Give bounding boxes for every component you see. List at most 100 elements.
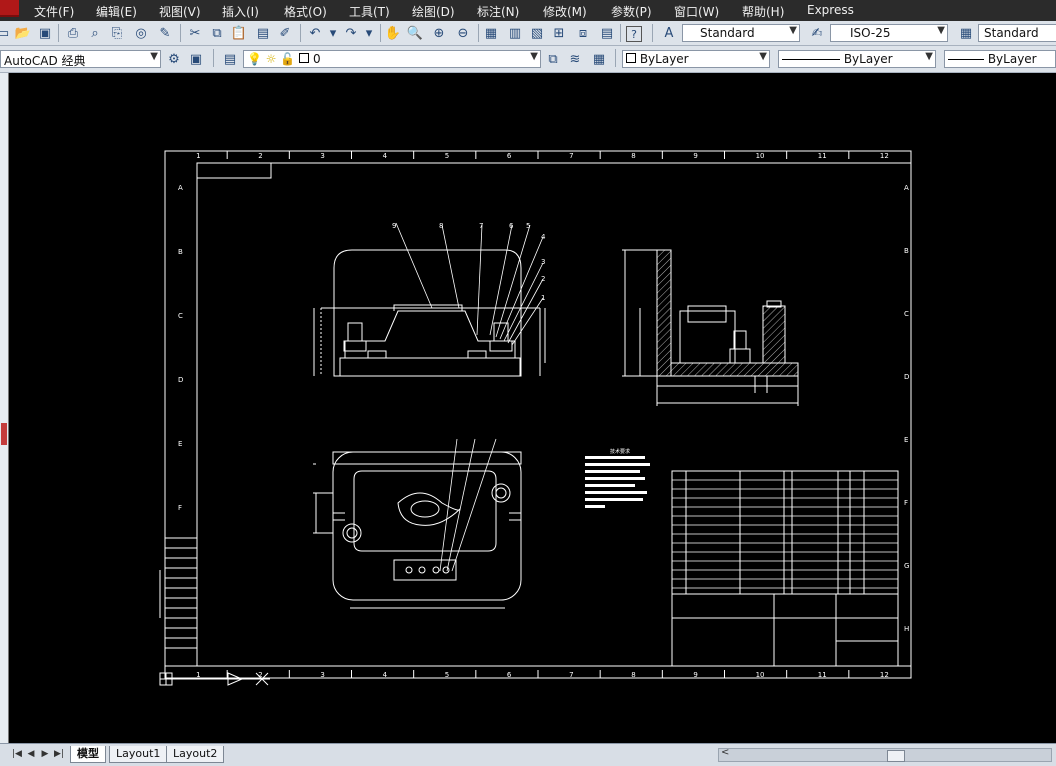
tech-notes: 技术要求 [585, 448, 650, 508]
undo-dropdown-icon[interactable]: ▾ [324, 24, 342, 42]
make-current-layer-icon[interactable]: ⧉ [544, 50, 562, 68]
layer-previous-icon[interactable]: ≋ [566, 50, 584, 68]
zone-row-label: F [178, 504, 182, 512]
block-editor-icon[interactable]: ✐ [276, 24, 294, 42]
zone-column-label: 4 [383, 671, 388, 679]
menu-tools[interactable]: 工具(T) [349, 3, 390, 20]
tab-model[interactable]: 模型 [70, 746, 106, 763]
svg-text:技术要求: 技术要求 [610, 448, 630, 455]
menu-file[interactable]: 文件(F) [34, 3, 74, 20]
workspace-toggle-icon[interactable]: ▣ [187, 50, 205, 68]
scroll-left-icon[interactable]: < [721, 747, 729, 758]
tool-palettes-icon[interactable]: ▧ [528, 24, 546, 42]
dim-style-select[interactable]: ISO-25 ▼ [830, 24, 948, 42]
menu-dimension[interactable]: 标注(N) [477, 3, 519, 20]
layout-tabs-bar: |◀ ◀ ▶ ▶| 模型 Layout1 Layout2 < [0, 743, 1056, 766]
menu-format[interactable]: 格式(O) [284, 3, 327, 20]
menu-bar: 文件(F) 编辑(E) 视图(V) 插入(I) 格式(O) 工具(T) 绘图(D… [0, 0, 1056, 21]
top-view [313, 451, 522, 609]
help-icon[interactable]: ? [626, 26, 642, 42]
zoom-window-icon[interactable]: ⊕ [430, 24, 448, 42]
quickcalc-icon[interactable]: ▤ [598, 24, 616, 42]
layer-properties-icon[interactable]: ▤ [221, 50, 239, 68]
zoom-realtime-icon[interactable]: 🔍 [406, 24, 424, 42]
undo-icon[interactable]: ↶ [306, 24, 324, 42]
zone-column-label: 6 [507, 671, 512, 679]
menu-help[interactable]: 帮助(H) [742, 3, 784, 20]
prev-tab-icon[interactable]: ◀ [26, 748, 36, 760]
zone-column-label: 3 [320, 152, 324, 160]
markup-icon[interactable]: ⧈ [574, 24, 592, 42]
menu-edit[interactable]: 编辑(E) [96, 3, 137, 20]
match-properties-icon[interactable]: ▤ [254, 24, 272, 42]
next-tab-icon[interactable]: ▶ [40, 748, 50, 760]
menu-draw[interactable]: 绘图(D) [412, 3, 455, 20]
svg-text:7: 7 [479, 222, 483, 230]
layer-states-icon[interactable]: ▦ [590, 50, 608, 68]
zone-row-label: D [178, 376, 183, 384]
copy-icon[interactable]: ⧉ [208, 24, 226, 42]
left-edge-panel [0, 73, 9, 743]
menu-insert[interactable]: 插入(I) [222, 3, 259, 20]
dim-style-icon[interactable]: ✍ [808, 24, 826, 42]
svg-text:5: 5 [526, 222, 530, 230]
table-style-select[interactable]: Standard [978, 24, 1056, 42]
layer-select[interactable]: 💡 ☼ 🔓 0 ▼ [243, 50, 541, 68]
new-file-icon[interactable]: ▭ [0, 24, 12, 42]
layer-lock-icon: 🔓 [280, 52, 296, 66]
menu-modify[interactable]: 修改(M) [543, 3, 587, 20]
zone-column-label: 1 [196, 671, 200, 679]
print-preview-icon[interactable]: ⌕ [86, 24, 104, 42]
layer-freeze-icon: ☼ [265, 52, 277, 66]
workspace-settings-icon[interactable]: ⚙ [165, 50, 183, 68]
menu-express[interactable]: Express [807, 3, 854, 17]
color-control-select[interactable]: ByLayer ▼ [622, 50, 770, 68]
etransmit-icon[interactable]: ✎ [156, 24, 174, 42]
zone-column-label: 8 [631, 671, 635, 679]
linetype-control-select[interactable]: ByLayer ▼ [778, 50, 936, 68]
zone-column-label: 2 [258, 152, 262, 160]
scrollbar-thumb[interactable] [887, 750, 905, 762]
pan-icon[interactable]: ✋ [384, 24, 402, 42]
zone-column-label: 9 [693, 152, 697, 160]
cut-icon[interactable]: ✂ [186, 24, 204, 42]
publish-icon[interactable]: ⎘ [108, 24, 126, 42]
sheet-set-icon[interactable]: ⊞ [550, 24, 568, 42]
lineweight-control-select[interactable]: ByLayer [944, 50, 1056, 68]
zoom-previous-icon[interactable]: ⊖ [454, 24, 472, 42]
3d-publish-icon[interactable]: ◎ [132, 24, 150, 42]
layers-properties-toolbar: AutoCAD 经典 ▼ ⚙ ▣ ▤ 💡 ☼ 🔓 0 ▼ ⧉ ≋ ▦ ByLay… [0, 46, 1056, 73]
paste-icon[interactable]: 📋 [230, 24, 248, 42]
zone-row-label: D [904, 373, 909, 381]
chevron-down-icon: ▼ [150, 51, 158, 62]
save-icon[interactable]: ▣ [36, 24, 54, 42]
last-tab-icon[interactable]: ▶| [54, 748, 64, 760]
revision-strip [164, 537, 198, 667]
menu-window[interactable]: 窗口(W) [674, 3, 719, 20]
zone-row-label: C [178, 312, 183, 320]
chevron-down-icon: ▼ [789, 25, 797, 36]
tab-layout1[interactable]: Layout1 [109, 746, 168, 763]
workspace-select[interactable]: AutoCAD 经典 ▼ [0, 50, 161, 68]
layer-color-swatch [299, 53, 310, 63]
print-icon[interactable]: ⎙ [64, 24, 82, 42]
zone-column-label: 12 [880, 152, 889, 160]
text-style-select[interactable]: Standard ▼ [682, 24, 800, 42]
model-space-canvas[interactable]: 1 1 2 2 3 3 4 4 5 5 6 6 7 7 8 8 9 9 10 10 11 11 12 12 A B C D E F A B C D… [0, 73, 1056, 743]
redo-dropdown-icon[interactable]: ▾ [360, 24, 378, 42]
first-tab-icon[interactable]: |◀ [12, 748, 22, 760]
tab-layout2[interactable]: Layout2 [166, 746, 225, 763]
zone-column-label: 11 [818, 152, 827, 160]
app-logo-icon[interactable] [0, 0, 19, 17]
open-folder-icon[interactable]: 📂 [14, 24, 32, 42]
edge-marker [1, 423, 7, 445]
redo-icon[interactable]: ↷ [342, 24, 360, 42]
horizontal-scrollbar[interactable]: < [718, 747, 1052, 762]
design-center-icon[interactable]: ▥ [506, 24, 524, 42]
text-style-icon[interactable]: A [660, 24, 678, 42]
menu-view[interactable]: 视图(V) [159, 3, 201, 20]
properties-icon[interactable]: ▦ [482, 24, 500, 42]
front-view-leader-labels: 9 8 7 6 5 4 3 2 1 [392, 222, 546, 302]
menu-parameter[interactable]: 参数(P) [611, 3, 652, 20]
table-style-icon[interactable]: ▦ [957, 24, 975, 42]
